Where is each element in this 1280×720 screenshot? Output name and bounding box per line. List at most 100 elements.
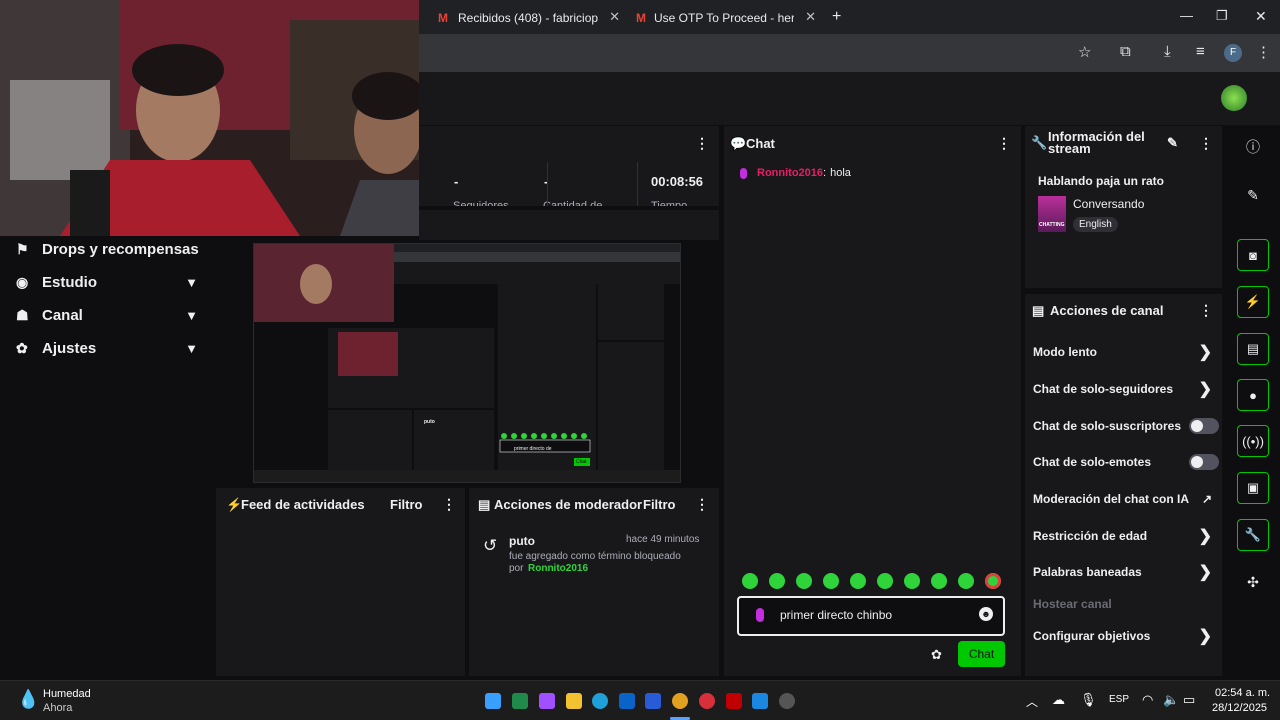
notes-icon[interactable]: ▤ [1237, 333, 1269, 365]
chrome-icon[interactable] [672, 693, 688, 709]
start-icon[interactable] [485, 693, 501, 709]
sidebar-item-ajustes[interactable]: ✿ Ajustes ▼ [16, 335, 200, 361]
moderator-filter-button[interactable]: Filtro [643, 497, 676, 512]
emote-icon[interactable] [904, 573, 920, 589]
close-tab-icon[interactable]: ✕ [609, 9, 620, 25]
maximize-icon[interactable]: ❐ [1216, 8, 1228, 24]
mod-by-user[interactable]: Ronnito2016 [528, 563, 588, 574]
emote-icon[interactable] [931, 573, 947, 589]
settings-icon[interactable] [779, 693, 795, 709]
language-tag[interactable]: English [1073, 217, 1118, 232]
feed-filter-button[interactable]: Filtro [390, 497, 423, 512]
sidebar-item-canal[interactable]: ☗ Canal ▼ [16, 302, 200, 328]
extensions-icon[interactable]: ⧉ [1120, 43, 1131, 60]
chat-username[interactable]: Ronnito2016 [757, 167, 823, 179]
browser-tab-otp[interactable]: M Use OTP To Proceed - hernand ✕ [636, 6, 816, 30]
volume-icon[interactable]: 🔈 [1163, 692, 1179, 708]
broadcast-icon[interactable]: ((•)) [1237, 425, 1269, 457]
battery-icon[interactable]: ▭ [1183, 692, 1195, 708]
sidebar-item-drops[interactable]: ⚑ Drops y recompensas [16, 236, 200, 262]
bolt-icon[interactable]: ⚡ [1237, 286, 1269, 318]
word-icon[interactable] [645, 693, 661, 709]
emote-icon[interactable] [877, 573, 893, 589]
action-subscribers-only: Chat de solo-suscriptores [1033, 416, 1219, 436]
chevron-up-icon[interactable]: ︿ [1026, 693, 1038, 710]
chat-send-button[interactable]: Chat [958, 641, 1005, 667]
chevron-right-icon: ❯ [1198, 564, 1212, 581]
clock-time[interactable]: 02:54 a. m. [1215, 687, 1270, 699]
user-avatar[interactable] [1221, 85, 1247, 111]
star-icon[interactable]: ☆ [1078, 43, 1091, 61]
browser-menu-icon[interactable]: ⋮ [1256, 43, 1271, 61]
emote-icon[interactable] [823, 573, 839, 589]
quick-actions-rail: ⓘ ✎ ◙ ⚡ ▤ ● ((•)) ▣ 🔧 ✣ [1226, 126, 1280, 680]
sidebar-item-label: Canal [42, 306, 83, 324]
clip-icon[interactable]: ◙ [1237, 239, 1269, 271]
action-slow-mode[interactable]: Modo lento ❯ [1033, 342, 1216, 362]
chat-settings-icon[interactable]: ✿ [931, 647, 942, 663]
action-followers-only[interactable]: Chat de solo-seguidores ❯ [1033, 379, 1216, 399]
wrench-icon[interactable]: 🔧 [1237, 519, 1269, 551]
sidebar-item-estudio[interactable]: ◉ Estudio ▼ [16, 269, 200, 295]
edge-icon[interactable] [592, 693, 608, 709]
weather-title[interactable]: Humedad [43, 688, 91, 700]
emote-picker-icon[interactable]: ☻ [979, 607, 993, 621]
cloud-icon[interactable]: ☁ [1052, 692, 1065, 708]
microphone-icon[interactable]: 🎙 [1080, 692, 1097, 708]
action-banned-words[interactable]: Palabras baneadas ❯ [1033, 562, 1216, 582]
more-options-icon[interactable]: ⋮ [695, 496, 709, 513]
more-options-icon[interactable]: ⋮ [442, 496, 456, 513]
browser-tab-gmail-inbox[interactable]: M Recibidos (408) - fabricioperez ✕ [438, 6, 620, 30]
preview-chat-button: Chat [576, 459, 587, 465]
moderator-actions-panel: ▤ Acciones de moderador Filtro ⋮ ↺ puto … [469, 488, 719, 676]
close-window-icon[interactable]: ✕ [1255, 8, 1267, 25]
clock-date[interactable]: 28/12/2025 [1212, 702, 1267, 714]
sidebar-item-label: Drops y recompensas [42, 240, 199, 258]
undo-icon[interactable]: ↺ [483, 536, 497, 556]
subscribers-only-toggle[interactable] [1189, 418, 1219, 434]
emote-icon[interactable] [958, 573, 974, 589]
more-options-icon[interactable]: ⋮ [695, 135, 709, 152]
emote-icon[interactable] [769, 573, 785, 589]
wifi-icon[interactable]: ◠ [1142, 692, 1153, 708]
language-indicator[interactable]: ESP [1109, 694, 1129, 705]
download-icon[interactable]: ⤓ [1164, 43, 1171, 60]
add-action-icon[interactable]: ✣ [1237, 566, 1269, 598]
gmail-icon: M [636, 11, 646, 25]
action-ai-moderation[interactable]: Moderación del chat con IA ↗ [1033, 489, 1216, 509]
netflix-icon[interactable] [726, 693, 742, 709]
minimize-icon[interactable]: — [1180, 8, 1193, 23]
file-explorer-icon[interactable] [566, 693, 582, 709]
action-age-restriction[interactable]: Restricción de edad ❯ [1033, 526, 1216, 546]
chat-bubble-icon[interactable]: ● [1237, 379, 1269, 411]
profile-avatar[interactable]: F [1224, 44, 1242, 62]
raid-icon[interactable]: ▣ [1237, 472, 1269, 504]
edit-icon[interactable]: ✎ [1237, 179, 1269, 211]
emote-icon[interactable] [796, 573, 812, 589]
taskbar: 💧 Humedad Ahora ︿ ☁ 🎙 ESP ◠ 🔈 ▭ 02:54 a.… [0, 680, 1280, 720]
new-tab-button[interactable]: + [832, 8, 841, 26]
category-name[interactable]: Conversando [1073, 197, 1144, 211]
edit-icon[interactable]: ✎ [1167, 135, 1178, 151]
chat-input[interactable]: primer directo chinbo ☻ [737, 596, 1005, 636]
more-options-icon[interactable]: ⋮ [1199, 302, 1213, 319]
media-icon[interactable]: ≡ [1196, 43, 1205, 60]
outlook-icon[interactable] [619, 693, 635, 709]
info-icon[interactable]: ⓘ [1237, 131, 1269, 163]
action-label: Chat de solo-suscriptores [1033, 419, 1182, 433]
emotes-only-toggle[interactable] [1189, 454, 1219, 470]
chat-panel: 💬 Chat ⋮ Ronnito2016 : hola primer direc… [724, 126, 1021, 676]
copilot-icon[interactable] [539, 693, 555, 709]
thumbnail-text: CHATTING [1039, 222, 1065, 228]
action-configure-goals[interactable]: Configurar objetivos ❯ [1033, 626, 1216, 646]
stream-preview[interactable]: primer directo de Chat puto [253, 243, 681, 483]
more-options-icon[interactable]: ⋮ [997, 135, 1011, 152]
more-options-icon[interactable]: ⋮ [1199, 135, 1213, 152]
emote-icon[interactable] [985, 573, 1001, 589]
emote-icon[interactable] [742, 573, 758, 589]
excel-icon[interactable] [512, 693, 528, 709]
store-icon[interactable] [752, 693, 768, 709]
emote-icon[interactable] [850, 573, 866, 589]
opera-icon[interactable] [699, 693, 715, 709]
close-tab-icon[interactable]: ✕ [805, 9, 816, 25]
